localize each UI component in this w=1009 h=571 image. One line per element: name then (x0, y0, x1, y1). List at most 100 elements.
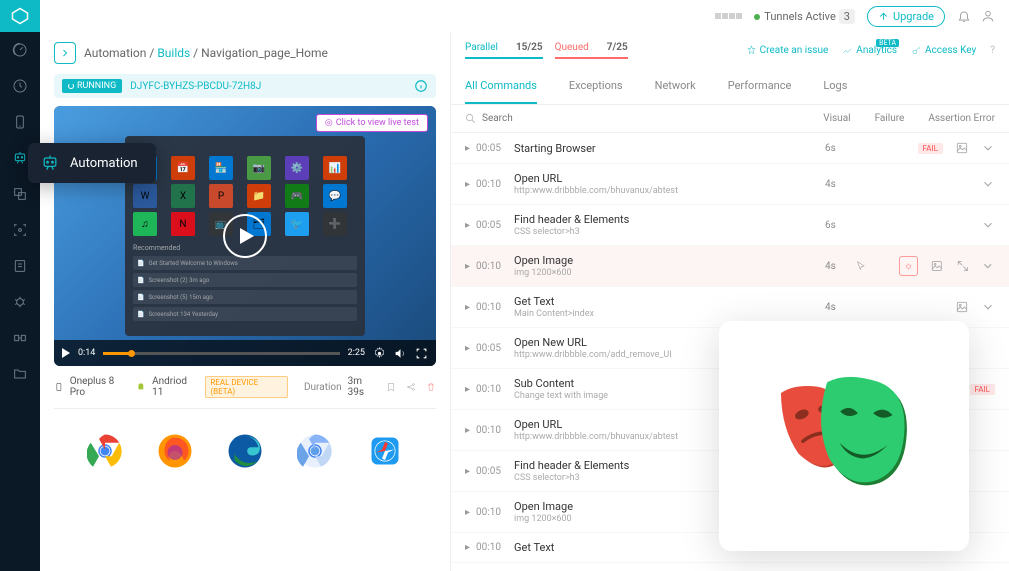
cmd-subtitle: http:www.dribbble.com/bhuvanux/abtest (514, 186, 825, 196)
chevron-down-icon[interactable] (981, 259, 995, 273)
breadcrumb-builds[interactable]: Builds (157, 46, 190, 60)
chevron-down-icon[interactable] (981, 177, 995, 191)
tab-performance[interactable]: Performance (728, 69, 792, 104)
upgrade-button[interactable]: Upgrade (867, 6, 945, 27)
playwright-card (719, 321, 969, 551)
sidebar (0, 0, 40, 571)
settings-icon[interactable] (373, 347, 386, 360)
image-icon[interactable] (930, 259, 944, 273)
live-test-button[interactable]: ◎Click to view live test (316, 114, 428, 132)
breadcrumb-icon[interactable] (54, 42, 76, 64)
automation-tooltip: Automation (28, 143, 156, 183)
topbar: Tunnels Active3 Upgrade (40, 0, 1009, 32)
image-icon[interactable] (955, 141, 969, 155)
help-icon[interactable]: ? (990, 45, 995, 56)
apps-grid-icon[interactable] (715, 13, 742, 19)
expand-icon[interactable] (956, 259, 970, 273)
chevron-down-icon[interactable] (981, 300, 995, 314)
play-icon: ▸ (465, 143, 470, 154)
col-failure: Failure (875, 113, 905, 124)
access-key-link[interactable]: Access Key (911, 45, 976, 56)
logo[interactable] (0, 0, 40, 32)
breadcrumb-page: Navigation_page_Home (201, 46, 328, 60)
command-row[interactable]: ▸00:05Find header & ElementsCSS selector… (451, 205, 1009, 246)
tab-network[interactable]: Network (655, 69, 696, 104)
cmd-timestamp: 00:10 (476, 425, 514, 436)
cmd-duration: 6s (825, 220, 855, 231)
volume-icon[interactable] (394, 347, 407, 360)
queued-stat[interactable]: Queued7/25 (555, 42, 628, 59)
bug-icon[interactable] (0, 284, 40, 320)
integrations-icon[interactable] (0, 320, 40, 356)
search-input[interactable] (482, 113, 823, 124)
video-total-time: 2:25 (348, 348, 365, 358)
cmd-timestamp: 00:10 (476, 302, 514, 313)
cmd-timestamp: 00:05 (476, 466, 514, 477)
bell-icon[interactable] (957, 9, 971, 23)
play-icon: ▸ (465, 302, 470, 313)
create-issue-link[interactable]: Create an issue (746, 45, 829, 56)
command-row[interactable]: ▸00:10Open Imageimg 1200×6004s (451, 246, 1009, 287)
play-icon: ▸ (465, 179, 470, 190)
tunnel-status: Tunnels Active3 (754, 10, 855, 23)
tab-logs[interactable]: Logs (823, 69, 847, 104)
breadcrumb-root[interactable]: Automation (84, 46, 146, 60)
chevron-down-icon[interactable] (981, 141, 995, 155)
device-icon[interactable] (0, 104, 40, 140)
user-icon[interactable] (981, 9, 995, 23)
tab-all-commands[interactable]: All Commands (465, 69, 537, 104)
scan-icon[interactable] (0, 212, 40, 248)
real-device-badge: REAL DEVICE (BETA) (205, 376, 288, 398)
play-icon: ▸ (465, 425, 470, 436)
chevron-down-icon[interactable] (981, 218, 995, 232)
play-icon: ▸ (465, 220, 470, 231)
cmd-timestamp: 00:10 (476, 542, 514, 553)
cmd-timestamp: 00:05 (476, 220, 514, 231)
folder-icon[interactable] (0, 356, 40, 392)
cmd-subtitle: CSS selector>h3 (514, 227, 825, 237)
command-tabs: All Commands Exceptions Network Performa… (451, 69, 1009, 105)
cmd-title: Open Image (514, 254, 825, 267)
play-icon: ▸ (465, 343, 470, 354)
build-status-bar: RUNNING DJYFC-BYHZS-PBCDU-72H8J (54, 74, 436, 98)
play-small-icon[interactable] (62, 348, 70, 358)
list-icon[interactable] (0, 248, 40, 284)
play-icon: ▸ (465, 384, 470, 395)
scrubber[interactable] (103, 352, 339, 355)
col-assert: Assertion Error (928, 113, 995, 124)
dashboard-icon[interactable] (0, 32, 40, 68)
delete-icon[interactable] (426, 382, 436, 392)
parallel-stat[interactable]: Parallel15/25 (465, 42, 543, 59)
play-button[interactable] (223, 214, 267, 258)
cmd-timestamp: 00:10 (476, 384, 514, 395)
fullscreen-icon[interactable] (415, 347, 428, 360)
bookmark-icon[interactable] (386, 382, 396, 392)
info-icon[interactable] (414, 79, 428, 93)
device-info: Oneplus 8 Pro Andriod 11 REAL DEVICE (BE… (54, 366, 436, 409)
history-icon[interactable] (0, 68, 40, 104)
command-row[interactable]: ▸00:10Open URLhttp:www.dribbble.com/bhuv… (451, 164, 1009, 205)
cmd-duration: 4s (825, 179, 855, 190)
chrome-icon (87, 433, 123, 469)
firefox-icon (157, 433, 193, 469)
video-controls: 0:14 2:25 (54, 340, 436, 366)
share-icon[interactable] (406, 382, 416, 392)
cmd-timestamp: 00:05 (476, 143, 514, 154)
tab-exceptions[interactable]: Exceptions (569, 69, 623, 104)
cmd-timestamp: 00:10 (476, 261, 514, 272)
image-icon[interactable] (955, 300, 969, 314)
play-icon: ▸ (465, 466, 470, 477)
cmd-timestamp: 00:10 (476, 179, 514, 190)
chromium-icon (297, 433, 333, 469)
play-icon: ▸ (465, 542, 470, 553)
video-current-time: 0:14 (78, 348, 95, 358)
bug-icon[interactable] (899, 256, 919, 276)
play-icon: ▸ (465, 507, 470, 518)
cmd-timestamp: 00:05 (476, 343, 514, 354)
browser-icons (54, 409, 436, 493)
command-row[interactable]: ▸00:05Starting Browser6sFAIL (451, 133, 1009, 164)
edge-icon (227, 433, 263, 469)
play-icon: ▸ (465, 261, 470, 272)
cmd-duration: 6s (825, 143, 855, 154)
cmd-title: Starting Browser (514, 142, 825, 155)
